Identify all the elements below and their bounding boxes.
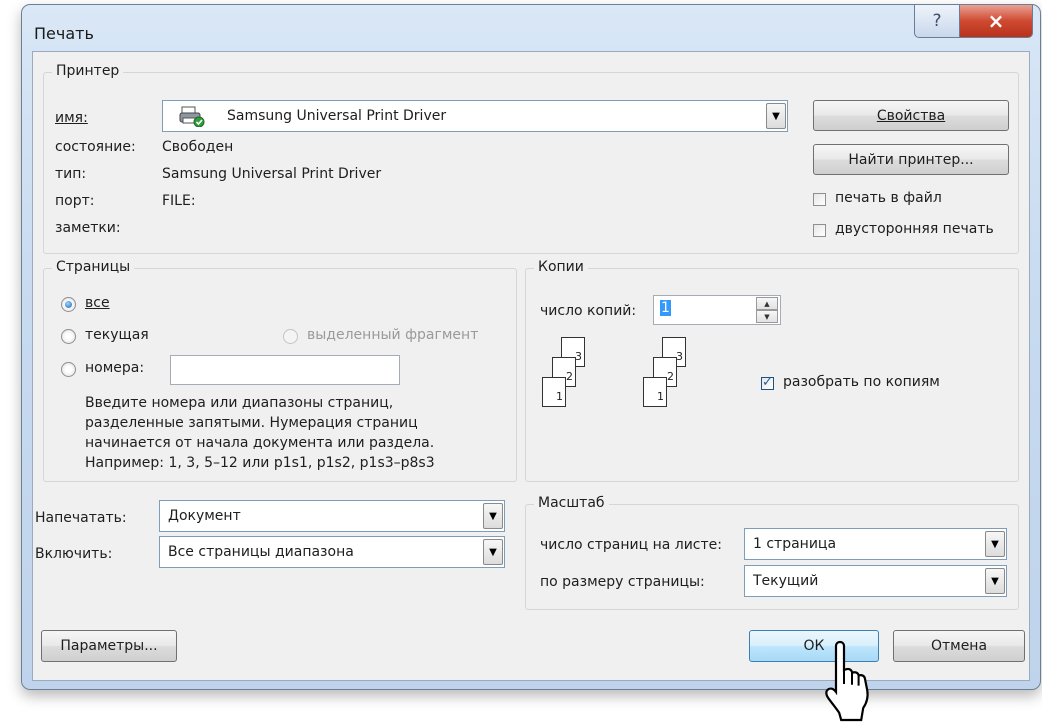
- properties-button[interactable]: Свойства: [813, 100, 1009, 131]
- printer-type-label: тип:: [55, 166, 87, 182]
- include-select[interactable]: Все страницы диапазона ▼: [159, 536, 505, 568]
- cancel-button[interactable]: Отмена: [893, 630, 1025, 662]
- pages-hint-line: Например: 1, 3, 5–12 или p1s1, p1s2, p1s…: [85, 455, 435, 471]
- printer-group-title: Принтер: [52, 63, 124, 79]
- pages-numbers-radio[interactable]: [61, 362, 76, 377]
- printer-status-label: состояние:: [55, 139, 136, 155]
- close-icon[interactable]: ×: [959, 5, 1033, 38]
- page-1-icon: 1: [542, 377, 566, 407]
- pages-numbers-input[interactable]: [170, 355, 400, 385]
- printer-name-select[interactable]: Samsung Universal Print Driver ▼: [162, 100, 788, 132]
- pages-hint-line: Введите номера или диапазоны страниц,: [85, 395, 394, 411]
- pages-hint-line: начинается от начала документа или разде…: [85, 435, 435, 451]
- find-printer-button[interactable]: Найти принтер...: [813, 144, 1009, 175]
- chevron-down-icon[interactable]: ▼: [483, 539, 503, 565]
- pages-group-title: Страницы: [52, 259, 135, 275]
- pages-current-radio[interactable]: [61, 329, 76, 344]
- collate-label[interactable]: разобрать по копиям: [783, 374, 940, 390]
- chevron-down-icon[interactable]: ▼: [985, 568, 1005, 594]
- copies-group-title: Копии: [534, 259, 588, 275]
- pages-selection-radio: [283, 329, 298, 344]
- pages-per-sheet-label: число страниц на листе:: [540, 537, 722, 553]
- print-dialog: Печать ? × Принтер имя: Samsung Universa…: [21, 4, 1041, 690]
- printer-notes-label: заметки:: [55, 220, 121, 236]
- page-1-icon: 1: [643, 377, 667, 407]
- pages-per-sheet-value: 1 страница: [753, 536, 837, 552]
- collate-checkbox[interactable]: [761, 375, 774, 390]
- print-to-file-checkbox[interactable]: [813, 193, 826, 206]
- options-button[interactable]: Параметры...: [41, 630, 177, 662]
- spin-up-icon[interactable]: ▲: [756, 297, 778, 310]
- pages-numbers-label[interactable]: номера:: [85, 360, 144, 376]
- pages-all-label[interactable]: все: [85, 295, 110, 311]
- pages-per-sheet-select[interactable]: 1 страница ▼: [744, 528, 1007, 560]
- print-what-label: Напечатать:: [35, 510, 127, 526]
- mouse-cursor-icon: [822, 640, 878, 726]
- printer-port-value: FILE:: [162, 193, 196, 209]
- pages-selection-label: выделенный фрагмент: [307, 327, 479, 343]
- chevron-down-icon[interactable]: ▼: [483, 503, 503, 529]
- include-value: Все страницы диапазона: [168, 544, 354, 560]
- pages-hint-line: разделенные запятыми. Нумерация страниц: [85, 415, 418, 431]
- printer-name-label: имя:: [55, 110, 88, 126]
- print-what-select[interactable]: Документ ▼: [159, 500, 505, 532]
- chevron-down-icon[interactable]: ▼: [766, 103, 786, 129]
- printer-name-value: Samsung Universal Print Driver: [227, 108, 447, 124]
- scale-select[interactable]: Текущий ▼: [744, 565, 1007, 597]
- properties-button-label: Свойства: [876, 107, 946, 124]
- copies-count-label: число копий:: [540, 303, 637, 319]
- print-what-value: Документ: [168, 508, 241, 524]
- scale-value: Текущий: [753, 573, 819, 589]
- options-button-label: Параметры...: [60, 638, 158, 654]
- printer-status-value: Свободен: [162, 139, 234, 155]
- pages-hint: Введите номера или диапазоны страниц, ра…: [85, 393, 435, 473]
- find-printer-button-label: Найти принтер...: [848, 151, 974, 168]
- dialog-title: Печать: [34, 24, 94, 43]
- pages-all-radio[interactable]: [61, 297, 76, 312]
- dialog-body: Принтер имя: Samsung Universal Print Dri…: [32, 51, 1030, 681]
- spin-down-icon[interactable]: ▼: [756, 310, 778, 323]
- printer-port-label: порт:: [55, 193, 95, 209]
- printer-type-value: Samsung Universal Print Driver: [162, 166, 382, 182]
- duplex-label[interactable]: двусторонняя печать: [835, 221, 994, 237]
- pages-current-label[interactable]: текущая: [85, 327, 149, 343]
- zoom-group-title: Масштаб: [534, 495, 609, 511]
- copies-count-value: 1: [660, 300, 671, 316]
- print-to-file-label[interactable]: печать в файл: [835, 190, 942, 206]
- chevron-down-icon[interactable]: ▼: [985, 531, 1005, 557]
- duplex-checkbox[interactable]: [813, 224, 826, 237]
- cancel-button-label: Отмена: [930, 638, 988, 654]
- scale-label: по размеру страницы:: [540, 574, 705, 590]
- printer-icon: [179, 105, 205, 128]
- include-label: Включить:: [35, 546, 113, 562]
- help-icon[interactable]: ?: [914, 5, 960, 38]
